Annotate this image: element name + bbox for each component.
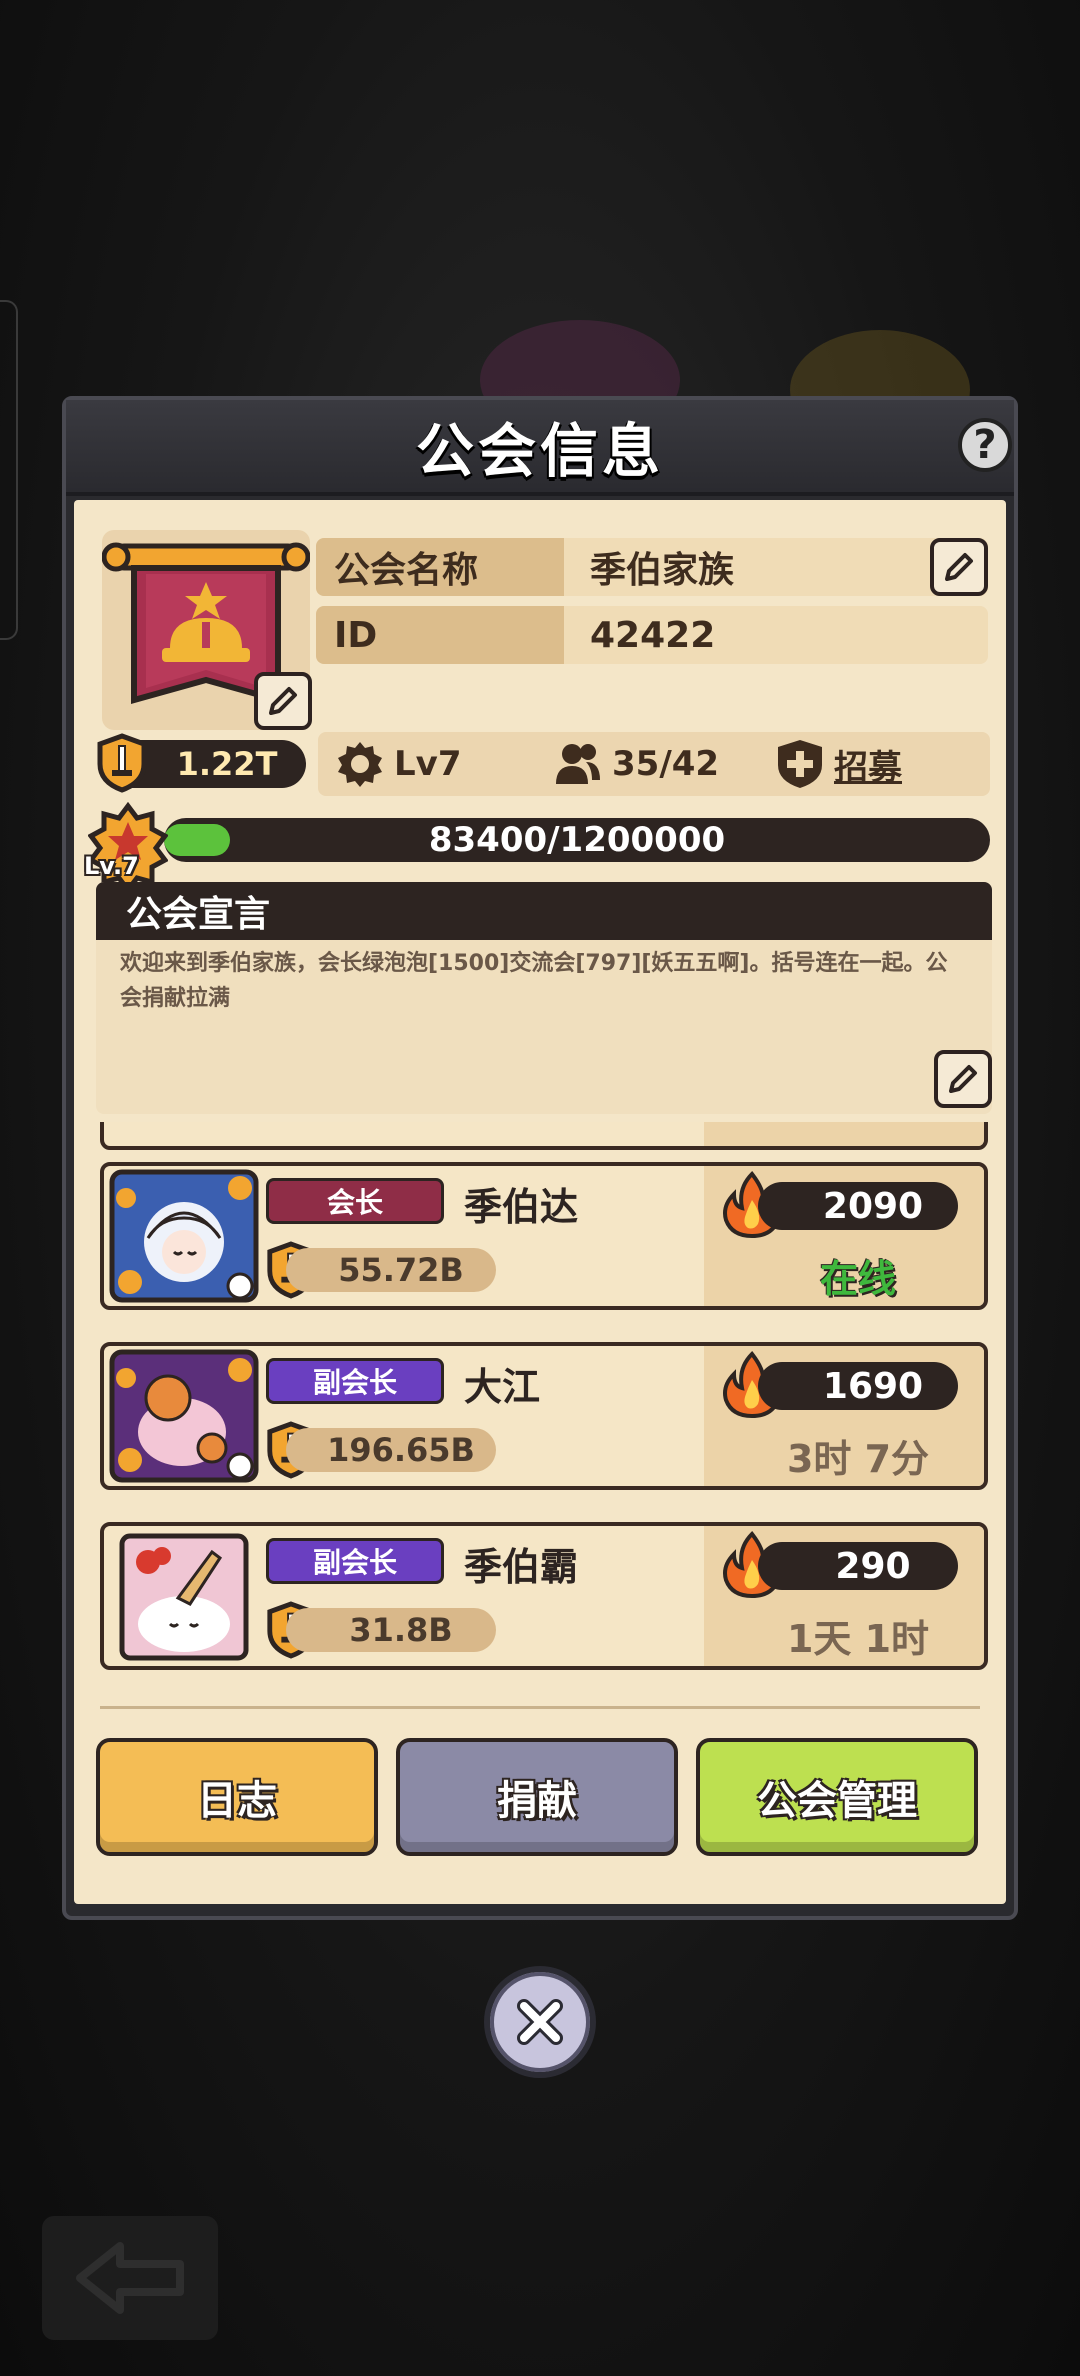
guild-info-panel: 公会信息 ? 公会名称 季伯家族 ID 42422 1.22T Lv7 35/4… [62,396,1018,1920]
guild-level-value: Lv7 [394,744,462,784]
member-avatar [119,1533,249,1661]
guild-members-value: 35/42 [612,744,720,784]
pencil-icon [269,687,297,715]
member-name: 大江 [464,1365,541,1409]
guild-name-row: 公会名称 季伯家族 [316,538,988,596]
guild-exp-bar: 83400/1200000 [164,818,990,862]
member-card[interactable]: 副会长 大江 196.65B 1690 3时 7分 [100,1342,988,1490]
gear-icon [338,742,382,787]
level-badge-text: Lv.7 [84,852,139,880]
member-power: 196.65B [286,1428,496,1472]
member-power: 31.8B [286,1608,496,1652]
guild-name-label: 公会名称 [316,538,564,596]
guild-emblem [101,530,312,730]
member-list[interactable]: 会长 季伯达 55.72B 2090 在线 副会长 大江 196.65B 169… [88,1122,1000,1696]
member-status: 1天 1时 [786,1617,930,1661]
guild-members-stat: 35/42 [552,732,719,796]
recruit-button[interactable]: 招募 [774,732,902,796]
member-right-panel [704,1122,984,1146]
panel-title: 公会信息 [415,417,664,485]
guild-id-value: 42422 [564,606,988,664]
guild-declaration: 公会宣言 欢迎来到季伯家族，会长绿泡泡[1500]交流会[797][妖五五啊]。… [96,882,992,1114]
member-avatar [109,1349,259,1483]
question-icon: ? [973,422,997,468]
sword-shield-icon [97,733,147,793]
declaration-text: 欢迎来到季伯家族，会长绿泡泡[1500]交流会[797][妖五五啊]。括号连在一… [120,951,948,1011]
declaration-title: 公会宣言 [96,882,992,940]
panel-header: 公会信息 ? [66,400,1014,496]
edit-declaration-button[interactable] [934,1050,992,1108]
arrow-left-icon [76,2242,184,2314]
member-status: 3时 7分 [786,1437,930,1481]
edit-emblem-button[interactable] [254,672,312,730]
member-name: 季伯达 [464,1185,579,1229]
pencil-icon [949,1065,977,1093]
help-button[interactable]: ? [958,418,1012,472]
side-tab[interactable] [0,300,18,640]
edit-name-button[interactable] [930,538,988,596]
log-button[interactable]: 日志 [96,1738,378,1856]
guild-id-row: ID 42422 [316,606,988,664]
guild-name-value: 季伯家族 [564,538,988,596]
back-button[interactable] [42,2216,218,2340]
shield-plus-icon [778,740,822,788]
guild-power-value: 1.22T [176,745,278,783]
member-avatar [109,1169,259,1303]
member-card[interactable]: 会长 季伯达 55.72B 2090 在线 [100,1162,988,1310]
member-heat: 290 [758,1542,958,1590]
member-role-badge: 会长 [266,1178,444,1224]
member-role-badge: 副会长 [266,1358,444,1404]
member-status: 在线 [819,1257,896,1301]
guild-id-label: ID [316,606,564,664]
close-button[interactable] [484,1966,596,2078]
member-card-partial[interactable] [100,1122,988,1150]
member-heat: 1690 [758,1362,958,1410]
member-name: 季伯霸 [464,1545,579,1589]
recruit-label: 招募 [834,747,902,788]
members-icon [556,744,600,784]
member-role-badge: 副会长 [266,1538,444,1584]
guild-level-stat: Lv7 [334,732,462,796]
member-power: 55.72B [286,1248,496,1292]
guild-stats-bar: Lv7 35/42 招募 [318,732,990,796]
member-heat: 2090 [758,1182,958,1230]
pencil-icon [945,553,973,581]
donate-button[interactable]: 捐献 [396,1738,678,1856]
list-divider [100,1706,980,1709]
exp-text: 83400/1200000 [428,820,726,860]
guild-manage-button[interactable]: 公会管理 [696,1738,978,1856]
member-card[interactable]: 副会长 季伯霸 31.8B 290 1天 1时 [100,1522,988,1670]
close-icon [517,1999,563,2045]
panel-body: 公会名称 季伯家族 ID 42422 1.22T Lv7 35/42 招募 83… [74,500,1006,1904]
